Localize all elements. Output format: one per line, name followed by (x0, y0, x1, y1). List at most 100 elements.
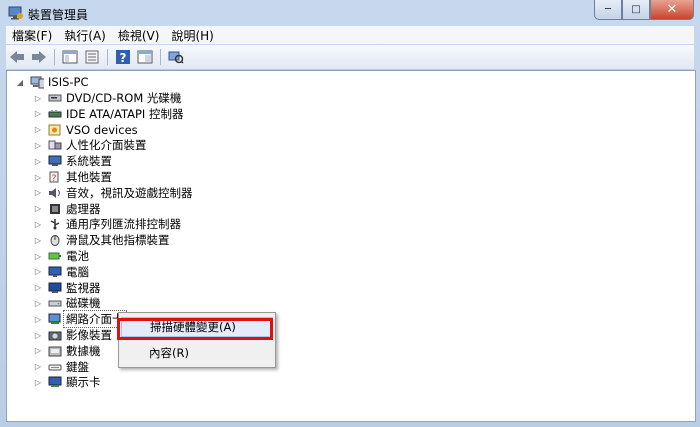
tree-item-label: 通用序列匯流排控制器 (66, 217, 181, 232)
toolbar-divider (54, 49, 55, 65)
svg-text:?: ? (52, 174, 57, 183)
tree-item[interactable]: ▷ 數據機 (33, 343, 101, 359)
device-tree-panel: ◢ ISIS-PC ▷ DVD/CD-ROM 光碟機 ▷ IDE ATA/ATAPI … (6, 70, 696, 422)
tree-item-label: 滑鼠及其他指標裝置 (66, 233, 170, 248)
expand-arrow-icon[interactable]: ▷ (33, 188, 43, 197)
tree-item-label: 處理器 (66, 201, 101, 216)
scan-hardware-changes-item[interactable]: 掃描硬體變更(A) (121, 317, 273, 337)
expand-arrow-icon[interactable]: ▷ (33, 204, 43, 213)
computer-name: ISIS-PC (48, 75, 89, 89)
properties-icon[interactable] (82, 48, 102, 66)
tree-item-label: 鍵盤 (66, 359, 89, 374)
tree-item-label: 系統裝置 (66, 154, 112, 169)
collapse-arrow-icon[interactable]: ◢ (15, 78, 25, 87)
tree-item[interactable]: ▷ 鍵盤 (33, 359, 89, 375)
minimize-button[interactable]: ─ (594, 0, 622, 20)
tree-item-label: 網路介面卡 (63, 310, 127, 329)
tree-item[interactable]: ▷ 顯示卡 (33, 374, 101, 390)
expand-arrow-icon[interactable]: ▷ (33, 299, 43, 308)
tree-item[interactable]: ▷ 磁碟機 (33, 295, 101, 311)
expand-arrow-icon[interactable]: ▷ (33, 315, 43, 324)
expand-arrow-icon[interactable]: ▷ (33, 173, 43, 182)
expand-arrow-icon[interactable]: ▷ (33, 252, 43, 261)
vso-device-icon (48, 123, 62, 136)
hid-icon (48, 139, 62, 152)
expand-arrow-icon[interactable]: ▷ (33, 236, 43, 245)
menu-divider (147, 339, 271, 340)
tree-item-label: DVD/CD-ROM 光碟機 (66, 91, 182, 105)
tree-root[interactable]: ◢ ISIS-PC (15, 74, 89, 90)
tree-item-label: 音效，視訊及遊戲控制器 (66, 185, 193, 200)
tree-item[interactable]: ▷ 音效，視訊及遊戲控制器 (33, 185, 193, 201)
tree-item[interactable]: ▷ 通用序列匯流排控制器 (33, 216, 181, 232)
tree-item-label: 監視器 (66, 280, 101, 295)
tree-item[interactable]: ▷ IDE ATA/ATAPI 控制器 (33, 106, 184, 122)
expand-arrow-icon[interactable]: ▷ (33, 94, 43, 103)
tree-item[interactable]: ▷ 電腦 (33, 264, 89, 280)
expand-arrow-icon[interactable]: ▷ (33, 125, 43, 134)
expand-arrow-icon[interactable]: ▷ (33, 267, 43, 276)
tree-item[interactable]: ▷ 網路介面卡 (33, 310, 127, 329)
computer-icon (48, 265, 62, 278)
keyboard-icon (48, 360, 62, 373)
properties-item[interactable]: 內容(R) (121, 343, 273, 363)
menu-file[interactable]: 檔案(F) (6, 27, 58, 44)
tree-item[interactable]: ▷ 系統裝置 (33, 153, 112, 169)
svg-text:?: ? (120, 51, 127, 65)
ide-controller-icon (48, 107, 62, 120)
title-bar[interactable]: 裝置管理員 ─ □ ✕ (0, 0, 700, 26)
close-button[interactable]: ✕ (650, 0, 694, 20)
menu-help[interactable]: 說明(H) (165, 27, 219, 44)
tree-item-label: VSO devices (66, 122, 138, 137)
help-icon[interactable]: ? (113, 48, 133, 66)
tree-item-label: 顯示卡 (66, 375, 101, 390)
scan-hardware-icon[interactable] (166, 48, 186, 66)
expand-arrow-icon[interactable]: ▷ (33, 220, 43, 229)
processor-icon (48, 202, 62, 215)
computer-icon (30, 76, 44, 89)
device-manager-window: 裝置管理員 ─ □ ✕ 檔案(F) 執行(A) 檢視(V) 說明(H) ? ◢ … (0, 0, 700, 427)
tree-item-label: 其他裝置 (66, 170, 112, 184)
expand-arrow-icon[interactable]: ▷ (33, 141, 43, 150)
console-tree-icon[interactable] (60, 48, 80, 66)
menu-view[interactable]: 檢視(V) (112, 27, 166, 44)
monitor-icon (48, 281, 62, 294)
tree-item-label: 磁碟機 (66, 296, 101, 311)
tree-item[interactable]: ▷ DVD/CD-ROM 光碟機 (33, 90, 181, 106)
network-adapter-icon (48, 313, 62, 326)
maximize-button[interactable]: □ (622, 0, 650, 20)
expand-arrow-icon[interactable]: ▷ (33, 331, 43, 340)
expand-arrow-icon[interactable]: ▷ (33, 109, 43, 118)
other-device-icon: ? (48, 171, 62, 184)
dvd-drive-icon (48, 92, 62, 105)
tree-item-label: IDE ATA/ATAPI 控制器 (66, 106, 184, 121)
context-menu: 掃描硬體變更(A) 內容(R) (118, 312, 276, 368)
modem-icon (48, 344, 62, 357)
expand-arrow-icon[interactable]: ▷ (33, 283, 43, 292)
expand-arrow-icon[interactable]: ▷ (33, 346, 43, 355)
tree-item[interactable]: ▷ VSO devices (33, 122, 138, 138)
tree-item[interactable]: ▷ 影像裝置 (33, 327, 112, 343)
mouse-icon (48, 234, 62, 247)
tree-item[interactable]: ▷ 人性化介面裝置 (33, 137, 147, 153)
imaging-device-icon (48, 329, 62, 342)
expand-arrow-icon[interactable]: ▷ (33, 378, 43, 387)
expand-arrow-icon[interactable]: ▷ (33, 157, 43, 166)
tree-item[interactable]: ▷ 電池 (33, 248, 89, 264)
tree-item[interactable]: ▷ 滑鼠及其他指標裝置 (33, 232, 170, 248)
back-arrow-icon[interactable] (7, 48, 27, 66)
expand-arrow-icon[interactable]: ▷ (33, 362, 43, 371)
tree-item[interactable]: ▷ 監視器 (33, 280, 101, 296)
menu-bar: 檔案(F) 執行(A) 檢視(V) 說明(H) (6, 26, 694, 44)
tree-item[interactable]: ▷? 其他裝置 (33, 169, 112, 185)
menu-action[interactable]: 執行(A) (58, 27, 112, 44)
window-title: 裝置管理員 (28, 8, 89, 22)
forward-arrow-icon[interactable] (29, 48, 49, 66)
window-controls: ─ □ ✕ (594, 0, 694, 20)
view-icon[interactable] (135, 48, 155, 66)
tree-item-label: 影像裝置 (66, 328, 112, 342)
tree-item-label: 人性化介面裝置 (66, 138, 147, 153)
usb-icon (48, 218, 62, 231)
tree-item[interactable]: ▷ 處理器 (33, 201, 101, 217)
disk-drive-icon (48, 297, 62, 310)
